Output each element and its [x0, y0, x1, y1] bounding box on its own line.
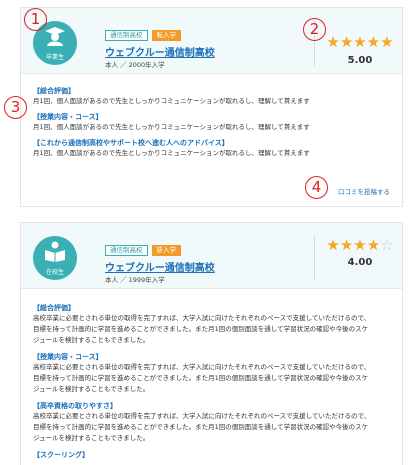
section-title: 【授業内容・コース】	[33, 113, 103, 121]
review-card: 卒業生 通信制高校 転入学 ウェブクルー通信制高校 本人 ／ 2000年入学 ★…	[20, 7, 403, 207]
star-icon: ★	[380, 33, 394, 51]
star-icon: ★	[339, 33, 354, 51]
star-rating: ★★★★★	[317, 33, 403, 51]
tag-admission-type: 新入学	[151, 245, 181, 256]
star-rating: ★★★★☆	[317, 236, 403, 254]
review-section: 【スクーリング】	[33, 450, 390, 460]
star-icon: ★	[366, 33, 381, 51]
rating-score: 5.00	[347, 55, 373, 66]
star-icon: ★	[326, 33, 340, 51]
review-section: 【総合評価】 月1回、個人面談があるので先生としっかりコミュニケーションが取れる…	[33, 86, 390, 106]
review-body: 【総合評価】 高校卒業に必要とされる単位の取得を完了すれば、大学入試に向けたそれ…	[21, 289, 402, 460]
review-header: 卒業生 通信制高校 転入学 ウェブクルー通信制高校 本人 ／ 2000年入学 ★…	[21, 8, 402, 74]
divider	[314, 235, 315, 281]
section-text: 月1回、個人面談があるので先生としっかりコミュニケーションが取れるし、理解して貰…	[33, 149, 310, 157]
star-icon: ★	[366, 236, 381, 254]
review-section: 【これから通信制高校やサポート校へ進む人へのアドバイス】 月1回、個人面談がある…	[33, 138, 390, 158]
star-icon: ★	[339, 236, 354, 254]
section-text-line: 目標を持って計画的に学習を進めることができました。また月1回の個別面談を通して学…	[33, 374, 369, 382]
reviewer-meta: 本人 ／ 1999年入学	[105, 276, 165, 284]
section-title: 【スクーリング】	[33, 451, 89, 459]
review-header: 在校生 通信制高校 新入学 ウェブクルー通信制高校 本人 ／ 1999年入学 ★…	[21, 223, 402, 289]
section-text-line: 目標を持って計画的に学習を進めることができました。また月1回の個別面談を通して学…	[33, 325, 369, 333]
section-title: 【高卒資格の取りやすさ】	[33, 402, 117, 410]
section-text-line: 高校卒業に必要とされる単位の取得を完了すれば、大学入試に向けたそれぞれのペースで…	[33, 412, 371, 420]
school-name-link[interactable]: ウェブクルー通信制高校	[105, 44, 215, 59]
tag-school-type: 通信制高校	[105, 245, 148, 256]
section-text-line: ジュールを検討することもできました。	[33, 434, 150, 442]
rating-score: 4.00	[347, 257, 373, 268]
avatar-label: 卒業生	[45, 54, 64, 61]
review-section: 【高卒資格の取りやすさ】 高校卒業に必要とされる単位の取得を完了すれば、大学入試…	[33, 401, 390, 444]
tag-list: 通信制高校 新入学	[105, 245, 181, 256]
section-title: 【総合評価】	[33, 87, 75, 95]
section-title: 【授業内容・コース】	[33, 353, 103, 361]
star-icon: ★	[326, 236, 340, 254]
post-review-link[interactable]: 口コミを投稿する	[338, 186, 390, 196]
school-name-link[interactable]: ウェブクルー通信制高校	[105, 259, 215, 274]
annotation-marker-2: 2	[303, 18, 326, 41]
section-text: 月1回、個人面談があるので先生としっかりコミュニケーションが取れるし、理解して貰…	[33, 97, 310, 105]
review-body: 【総合評価】 月1回、個人面談があるので先生としっかりコミュニケーションが取れる…	[21, 74, 402, 158]
section-text-line: 目標を持って計画的に学習を進めることができました。また月1回の個別面談を通して学…	[33, 423, 369, 431]
review-section: 【総合評価】 高校卒業に必要とされる単位の取得を完了すれば、大学入試に向けたそれ…	[33, 303, 390, 346]
avatar-label: 在校生	[45, 269, 64, 276]
section-text: 月1回、個人面談があるので先生としっかりコミュニケーションが取れるし、理解して貰…	[33, 123, 310, 131]
reviewer-meta: 本人 ／ 2000年入学	[105, 61, 165, 69]
star-icon: ★	[353, 33, 367, 51]
section-text-line: ジュールを検討することもできました。	[33, 336, 150, 344]
annotation-marker-1: 1	[24, 8, 47, 31]
review-section: 【授業内容・コース】 月1回、個人面談があるので先生としっかりコミュニケーション…	[33, 112, 390, 132]
section-text-line: 高校卒業に必要とされる単位の取得を完了すれば、大学入試に向けたそれぞれのペースで…	[33, 363, 371, 371]
student-icon	[45, 27, 65, 46]
tag-list: 通信制高校 転入学	[105, 30, 181, 41]
section-title: 【総合評価】	[33, 304, 75, 312]
section-text-line: ジュールを検討することもできました。	[33, 385, 150, 393]
star-empty-icon: ☆	[380, 236, 394, 254]
star-icon: ★	[353, 236, 367, 254]
tag-school-type: 通信制高校	[105, 30, 148, 41]
open-book-icon	[45, 241, 65, 262]
annotation-marker-4: 4	[305, 176, 328, 199]
review-card: 在校生 通信制高校 新入学 ウェブクルー通信制高校 本人 ／ 1999年入学 ★…	[20, 222, 403, 465]
annotation-marker-3: 3	[4, 96, 27, 119]
tag-admission-type: 転入学	[151, 30, 181, 41]
review-section: 【授業内容・コース】 高校卒業に必要とされる単位の取得を完了すれば、大学入試に向…	[33, 352, 390, 395]
student-avatar: 在校生	[33, 236, 77, 280]
section-title: 【これから通信制高校やサポート校へ進む人へのアドバイス】	[33, 139, 229, 147]
section-text-line: 高校卒業に必要とされる単位の取得を完了すれば、大学入試に向けたそれぞれのペースで…	[33, 314, 371, 322]
